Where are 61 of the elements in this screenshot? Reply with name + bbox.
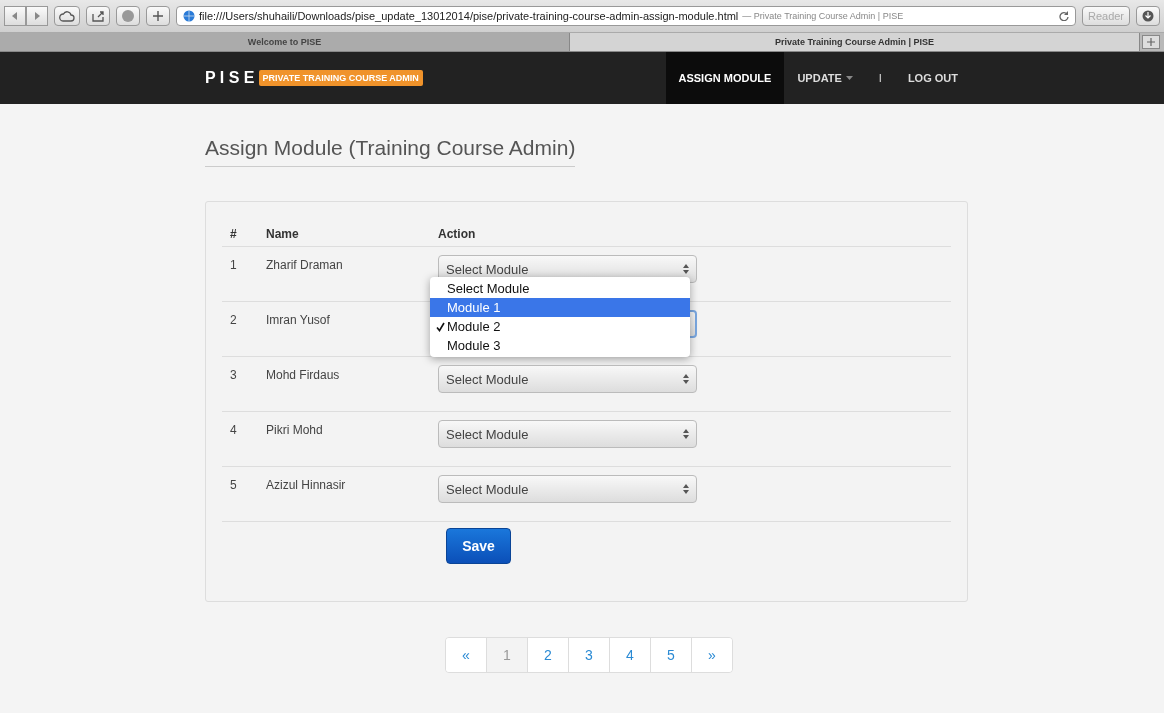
brand-logo[interactable]: P I S E xyxy=(205,69,255,87)
page-link[interactable]: 4 xyxy=(609,638,650,672)
address-bar[interactable]: file:///Users/shuhaili/Downloads/pise_update_13012014/pise/private-training-course-admin-assign-module.html — Private Training Course Admin | PISE xyxy=(176,6,1076,26)
page-link[interactable]: 3 xyxy=(568,638,609,672)
forward-icon xyxy=(33,12,41,20)
caret-icon xyxy=(845,76,853,80)
share-icon[interactable] xyxy=(86,6,110,26)
nav-link[interactable]: ASSIGN MODULE xyxy=(665,52,785,104)
page-link[interactable]: « xyxy=(446,638,486,672)
module-select[interactable]: Select Module xyxy=(438,365,697,393)
option-label: Select Module xyxy=(447,280,530,298)
forward-button[interactable] xyxy=(26,6,48,26)
module-select[interactable]: Select Module xyxy=(438,475,697,503)
back-icon xyxy=(11,12,19,20)
updown-arrows-icon xyxy=(683,484,689,494)
row-number: 4 xyxy=(230,422,238,439)
module-select[interactable]: Select Module xyxy=(438,420,697,448)
page-title-text: — Private Training Course Admin | PISE xyxy=(742,11,904,21)
option-label: Module 1 xyxy=(447,299,501,317)
url-text: file:///Users/shuhaili/Downloads/pise_update_13012014/pise/private-training-course-admin-assign-module.html xyxy=(199,10,739,22)
new-tab-button[interactable] xyxy=(1142,35,1160,49)
back-button[interactable] xyxy=(4,6,26,26)
reload-icon[interactable] xyxy=(1059,11,1069,21)
nav-link[interactable]: LOG OUT xyxy=(894,52,971,104)
nav-dropdown[interactable]: UPDATE xyxy=(784,52,866,104)
page-link[interactable]: » xyxy=(691,638,732,672)
option-label: Module 2 xyxy=(447,318,501,336)
browser-tab[interactable]: Private Training Course Admin | PISE xyxy=(570,33,1140,51)
cloud-icon[interactable] xyxy=(54,6,80,26)
row-number: 3 xyxy=(230,367,238,384)
page-link[interactable]: 2 xyxy=(527,638,568,672)
column-header: # xyxy=(230,227,238,241)
student-name: Imran Yusof xyxy=(266,312,331,329)
globe-icon xyxy=(183,10,195,22)
checkmark-icon xyxy=(436,321,445,332)
student-name: Pikri Mohd xyxy=(266,422,324,439)
row-number: 5 xyxy=(230,477,238,494)
student-name: Zharif Draman xyxy=(266,257,344,274)
page-link[interactable]: 5 xyxy=(650,638,691,672)
nav-separator: I xyxy=(877,72,883,84)
save-button[interactable]: Save xyxy=(446,528,511,564)
role-badge: PRIVATE TRAINING COURSE ADMIN xyxy=(258,70,423,86)
stop-icon[interactable] xyxy=(116,6,140,26)
download-icon[interactable] xyxy=(1136,6,1160,26)
dropdown-option[interactable]: Module 3 xyxy=(430,336,690,355)
row-number: 2 xyxy=(230,312,238,329)
option-label: Module 3 xyxy=(447,337,501,355)
updown-arrows-icon xyxy=(683,374,689,384)
plus-icon xyxy=(1147,38,1155,46)
browser-tab[interactable]: Welcome to PISE xyxy=(0,33,570,51)
column-header: Action xyxy=(438,227,477,241)
student-name: Azizul Hinnasir xyxy=(266,477,347,494)
page-heading: Assign Module (Training Course Admin) xyxy=(205,136,576,167)
dropdown-option[interactable]: Module 1 xyxy=(430,298,690,317)
add-icon[interactable] xyxy=(146,6,170,26)
row-number: 1 xyxy=(230,257,238,274)
updown-arrows-icon xyxy=(683,264,689,274)
column-header: Name xyxy=(266,227,300,241)
student-name: Mohd Firdaus xyxy=(266,367,341,384)
updown-arrows-icon xyxy=(683,429,689,439)
dropdown-option[interactable]: Module 2 xyxy=(430,317,690,336)
